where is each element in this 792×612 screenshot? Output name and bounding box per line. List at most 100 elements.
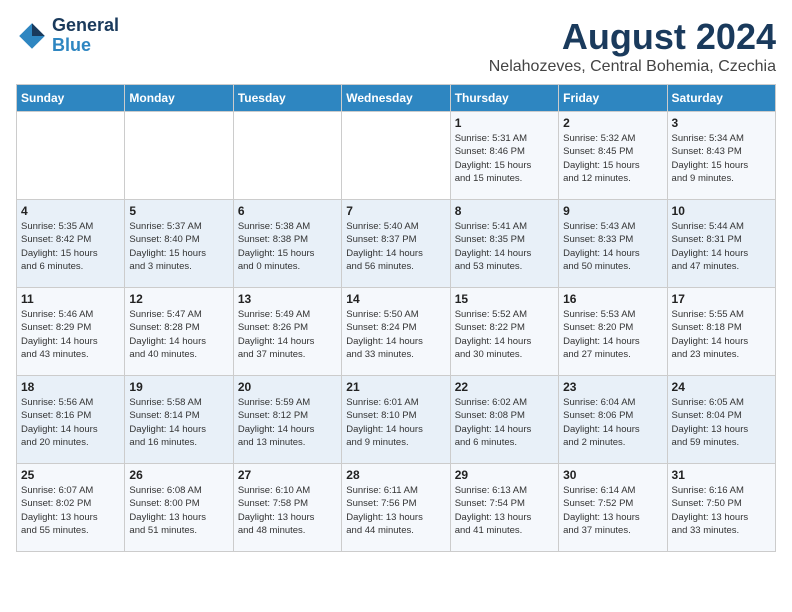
- calendar-cell: 1Sunrise: 5:31 AM Sunset: 8:46 PM Daylig…: [450, 112, 558, 200]
- day-info: Sunrise: 5:55 AM Sunset: 8:18 PM Dayligh…: [672, 308, 771, 361]
- calendar-cell: 27 Sunrise: 6:10 AM Sunset: 7:58 PM Dayli…: [233, 464, 341, 552]
- calendar-table: SundayMondayTuesdayWednesdayThursdayFrid…: [16, 84, 776, 552]
- calendar-cell: 4 Sunrise: 5:35 AM Sunset: 8:42 PM Daylig…: [17, 200, 125, 288]
- day-number: 27: [238, 468, 337, 482]
- day-number: 30: [563, 468, 662, 482]
- week-row-5: 25 Sunrise: 6:07 AM Sunset: 8:02 PM Dayli…: [17, 464, 776, 552]
- day-info: Sunrise: 5:37 AM Sunset: 8:40 PM Dayligh…: [129, 220, 228, 273]
- calendar-cell: 10 Sunrise: 5:44 AM Sunset: 8:31 PM Dayli…: [667, 200, 775, 288]
- calendar-cell: 2 Sunrise: 5:32 AM Sunset: 8:45 PM Daylig…: [559, 112, 667, 200]
- day-number: 1: [455, 116, 554, 130]
- day-info: Sunrise: 6:16 AM Sunset: 7:50 PM Dayligh…: [672, 484, 771, 537]
- day-info: Sunrise: 6:14 AM Sunset: 7:52 PM Dayligh…: [563, 484, 662, 537]
- day-number: 29: [455, 468, 554, 482]
- logo-icon: [16, 20, 48, 52]
- calendar-cell: 14 Sunrise: 5:50 AM Sunset: 8:24 PM Dayli…: [342, 288, 450, 376]
- calendar-title: August 2024: [489, 16, 776, 58]
- day-number: 15: [455, 292, 554, 306]
- day-info: Sunrise: 5:52 AM Sunset: 8:22 PM Dayligh…: [455, 308, 554, 361]
- day-info: Sunrise: 5:32 AM Sunset: 8:45 PM Dayligh…: [563, 132, 662, 185]
- week-row-4: 18 Sunrise: 5:56 AM Sunset: 8:16 PM Dayli…: [17, 376, 776, 464]
- day-number: 13: [238, 292, 337, 306]
- calendar-cell: 8 Sunrise: 5:41 AM Sunset: 8:35 PM Daylig…: [450, 200, 558, 288]
- day-info: Sunrise: 6:10 AM Sunset: 7:58 PM Dayligh…: [238, 484, 337, 537]
- calendar-cell: 25 Sunrise: 6:07 AM Sunset: 8:02 PM Dayli…: [17, 464, 125, 552]
- day-number: 23: [563, 380, 662, 394]
- day-number: 12: [129, 292, 228, 306]
- calendar-cell: 5 Sunrise: 5:37 AM Sunset: 8:40 PM Daylig…: [125, 200, 233, 288]
- day-number: 14: [346, 292, 445, 306]
- day-info: Sunrise: 5:56 AM Sunset: 8:16 PM Dayligh…: [21, 396, 120, 449]
- day-number: 9: [563, 204, 662, 218]
- calendar-cell: 3 Sunrise: 5:34 AM Sunset: 8:43 PM Daylig…: [667, 112, 775, 200]
- day-number: 8: [455, 204, 554, 218]
- day-number: 21: [346, 380, 445, 394]
- day-number: 24: [672, 380, 771, 394]
- day-number: 26: [129, 468, 228, 482]
- header-cell-saturday: Saturday: [667, 85, 775, 112]
- calendar-cell: 29 Sunrise: 6:13 AM Sunset: 7:54 PM Dayli…: [450, 464, 558, 552]
- calendar-cell: 28Sunrise: 6:11 AM Sunset: 7:56 PM Dayli…: [342, 464, 450, 552]
- day-number: 2: [563, 116, 662, 130]
- day-info: Sunrise: 6:08 AM Sunset: 8:00 PM Dayligh…: [129, 484, 228, 537]
- calendar-cell: 31Sunrise: 6:16 AM Sunset: 7:50 PM Dayli…: [667, 464, 775, 552]
- logo: General Blue: [16, 16, 119, 56]
- day-number: 22: [455, 380, 554, 394]
- header-cell-friday: Friday: [559, 85, 667, 112]
- page-header: General Blue August 2024 Nelahozeves, Ce…: [16, 16, 776, 76]
- day-number: 6: [238, 204, 337, 218]
- calendar-cell: 12 Sunrise: 5:47 AM Sunset: 8:28 PM Dayli…: [125, 288, 233, 376]
- day-number: 3: [672, 116, 771, 130]
- header-cell-sunday: Sunday: [17, 85, 125, 112]
- calendar-cell: 16Sunrise: 5:53 AM Sunset: 8:20 PM Dayli…: [559, 288, 667, 376]
- day-info: Sunrise: 5:50 AM Sunset: 8:24 PM Dayligh…: [346, 308, 445, 361]
- calendar-cell: 24 Sunrise: 6:05 AM Sunset: 8:04 PM Dayli…: [667, 376, 775, 464]
- title-block: August 2024 Nelahozeves, Central Bohemia…: [489, 16, 776, 76]
- calendar-cell: 6 Sunrise: 5:38 AM Sunset: 8:38 PM Daylig…: [233, 200, 341, 288]
- day-info: Sunrise: 6:01 AM Sunset: 8:10 PM Dayligh…: [346, 396, 445, 449]
- day-info: Sunrise: 5:44 AM Sunset: 8:31 PM Dayligh…: [672, 220, 771, 273]
- day-info: Sunrise: 5:46 AM Sunset: 8:29 PM Dayligh…: [21, 308, 120, 361]
- day-info: Sunrise: 6:11 AM Sunset: 7:56 PM Dayligh…: [346, 484, 445, 537]
- calendar-cell: 30 Sunrise: 6:14 AM Sunset: 7:52 PM Dayli…: [559, 464, 667, 552]
- day-info: Sunrise: 5:58 AM Sunset: 8:14 PM Dayligh…: [129, 396, 228, 449]
- day-number: 17: [672, 292, 771, 306]
- day-info: Sunrise: 6:07 AM Sunset: 8:02 PM Dayligh…: [21, 484, 120, 537]
- calendar-cell: 9 Sunrise: 5:43 AM Sunset: 8:33 PM Daylig…: [559, 200, 667, 288]
- day-info: Sunrise: 5:40 AM Sunset: 8:37 PM Dayligh…: [346, 220, 445, 273]
- calendar-cell: [233, 112, 341, 200]
- week-row-3: 11Sunrise: 5:46 AM Sunset: 8:29 PM Dayli…: [17, 288, 776, 376]
- calendar-cell: [125, 112, 233, 200]
- calendar-cell: 22 Sunrise: 6:02 AM Sunset: 8:08 PM Dayli…: [450, 376, 558, 464]
- calendar-subtitle: Nelahozeves, Central Bohemia, Czechia: [489, 58, 776, 76]
- calendar-cell: 18 Sunrise: 5:56 AM Sunset: 8:16 PM Dayli…: [17, 376, 125, 464]
- day-number: 10: [672, 204, 771, 218]
- day-number: 5: [129, 204, 228, 218]
- header-cell-wednesday: Wednesday: [342, 85, 450, 112]
- day-number: 25: [21, 468, 120, 482]
- week-row-1: 1Sunrise: 5:31 AM Sunset: 8:46 PM Daylig…: [17, 112, 776, 200]
- day-info: Sunrise: 5:38 AM Sunset: 8:38 PM Dayligh…: [238, 220, 337, 273]
- day-info: Sunrise: 5:47 AM Sunset: 8:28 PM Dayligh…: [129, 308, 228, 361]
- calendar-body: 1Sunrise: 5:31 AM Sunset: 8:46 PM Daylig…: [17, 112, 776, 552]
- day-info: Sunrise: 5:34 AM Sunset: 8:43 PM Dayligh…: [672, 132, 771, 185]
- header-row: SundayMondayTuesdayWednesdayThursdayFrid…: [17, 85, 776, 112]
- calendar-cell: [17, 112, 125, 200]
- day-info: Sunrise: 6:05 AM Sunset: 8:04 PM Dayligh…: [672, 396, 771, 449]
- calendar-cell: 7Sunrise: 5:40 AM Sunset: 8:37 PM Daylig…: [342, 200, 450, 288]
- day-info: Sunrise: 6:02 AM Sunset: 8:08 PM Dayligh…: [455, 396, 554, 449]
- calendar-header: SundayMondayTuesdayWednesdayThursdayFrid…: [17, 85, 776, 112]
- header-cell-monday: Monday: [125, 85, 233, 112]
- calendar-cell: 15 Sunrise: 5:52 AM Sunset: 8:22 PM Dayli…: [450, 288, 558, 376]
- day-info: Sunrise: 6:13 AM Sunset: 7:54 PM Dayligh…: [455, 484, 554, 537]
- calendar-cell: [342, 112, 450, 200]
- day-number: 18: [21, 380, 120, 394]
- calendar-cell: 17 Sunrise: 5:55 AM Sunset: 8:18 PM Dayli…: [667, 288, 775, 376]
- logo-text: General Blue: [52, 16, 119, 56]
- day-info: Sunrise: 5:41 AM Sunset: 8:35 PM Dayligh…: [455, 220, 554, 273]
- day-info: Sunrise: 5:35 AM Sunset: 8:42 PM Dayligh…: [21, 220, 120, 273]
- calendar-cell: 13Sunrise: 5:49 AM Sunset: 8:26 PM Dayli…: [233, 288, 341, 376]
- day-number: 4: [21, 204, 120, 218]
- day-number: 19: [129, 380, 228, 394]
- day-info: Sunrise: 5:43 AM Sunset: 8:33 PM Dayligh…: [563, 220, 662, 273]
